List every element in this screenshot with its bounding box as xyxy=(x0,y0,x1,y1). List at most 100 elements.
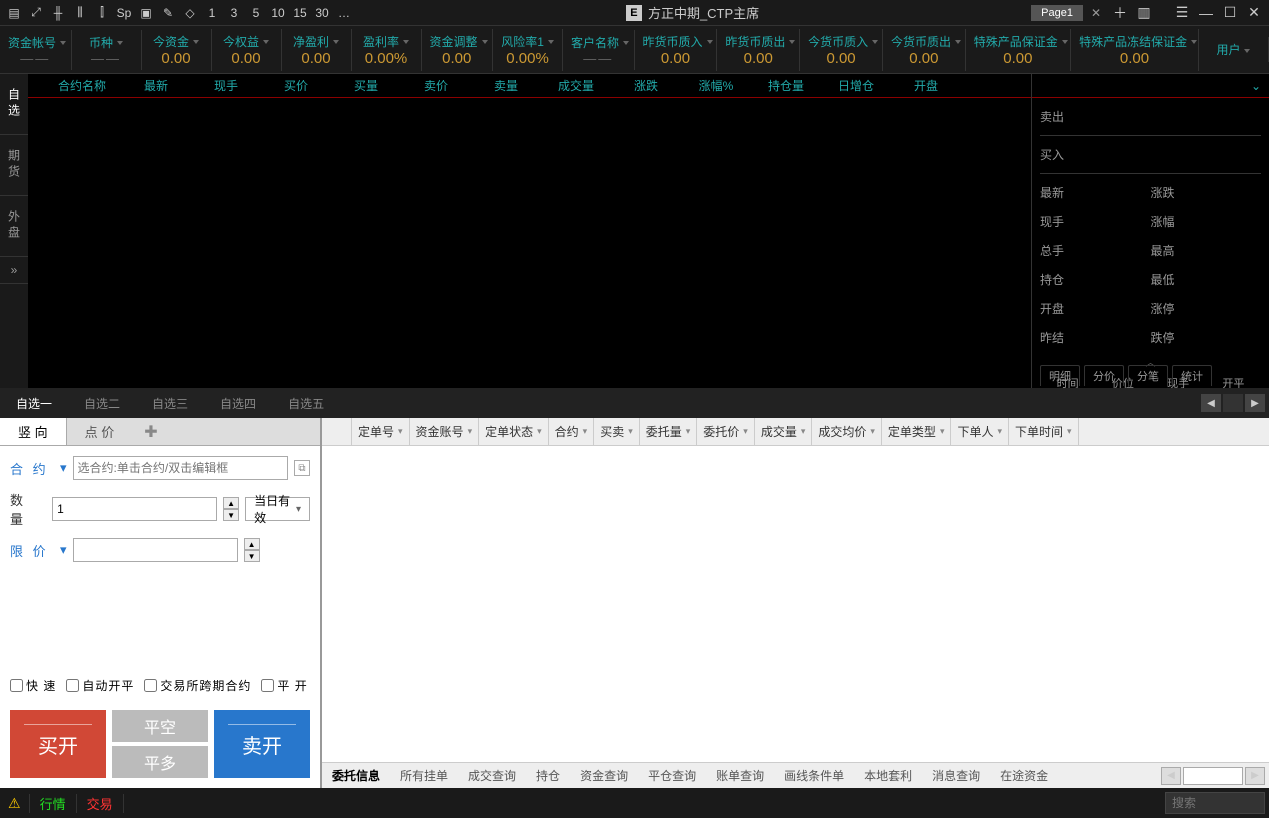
order-tab[interactable]: 委托信息 xyxy=(322,767,390,784)
tf-15[interactable]: 15 xyxy=(290,3,310,23)
otab-right-icon[interactable]: ▶ xyxy=(1245,767,1265,785)
close-short-button[interactable]: 平空 xyxy=(112,710,208,742)
qty-input[interactable] xyxy=(52,497,217,521)
wtab-4[interactable]: 自选四 xyxy=(204,395,272,412)
order-col[interactable]: 资金账号 xyxy=(410,418,480,445)
stat-item[interactable]: 今资金0.00 xyxy=(142,29,212,71)
order-col[interactable]: 委托价 xyxy=(697,418,755,445)
grid-col[interactable]: 成交量 xyxy=(556,77,596,94)
stat-item[interactable]: 客户名称—— xyxy=(563,30,635,70)
stat-item[interactable]: 用户 xyxy=(1199,37,1269,62)
grid-col[interactable]: 日增仓 xyxy=(836,77,876,94)
wtab-5[interactable]: 自选五 xyxy=(272,395,340,412)
minimize-icon[interactable]: — xyxy=(1195,2,1217,24)
status-quote[interactable]: 行情 xyxy=(29,794,77,813)
stat-item[interactable]: 盈利率0.00% xyxy=(352,29,422,71)
status-trade[interactable]: 交易 xyxy=(77,794,124,813)
bars-icon[interactable]: ⫼ xyxy=(70,3,90,23)
stat-item[interactable]: 昨货币质出0.00 xyxy=(717,29,800,71)
order-tab[interactable]: 账单查询 xyxy=(706,767,774,784)
side-tab-more[interactable]: » xyxy=(0,257,28,284)
price-up-icon[interactable]: ▲ xyxy=(244,538,260,550)
tf-10[interactable]: 10 xyxy=(268,3,288,23)
price-input[interactable] xyxy=(73,538,238,562)
sp-icon[interactable]: Sp xyxy=(114,3,134,23)
grid-col[interactable]: 开盘 xyxy=(906,77,946,94)
contract-input[interactable] xyxy=(73,456,288,480)
order-col[interactable]: 下单时间 xyxy=(1009,418,1079,445)
close-icon[interactable]: ✕ xyxy=(1243,2,1265,24)
grid-col[interactable]: 卖量 xyxy=(486,77,526,94)
wtab-2[interactable]: 自选二 xyxy=(68,395,136,412)
qtab-tick[interactable]: 分笔 xyxy=(1128,365,1168,386)
order-col[interactable]: 委托量 xyxy=(640,418,698,445)
qtab-detail[interactable]: 明细 xyxy=(1040,365,1080,386)
etab-price[interactable]: 点 价 xyxy=(67,418,133,445)
order-tab[interactable]: 持仓 xyxy=(526,767,570,784)
order-col[interactable]: 成交量 xyxy=(755,418,813,445)
side-tab-watchlist[interactable]: 自选 xyxy=(0,74,28,135)
grid-col[interactable]: 买量 xyxy=(346,77,386,94)
grid-col[interactable]: 持仓量 xyxy=(766,77,806,94)
qtab-price[interactable]: 分价 xyxy=(1084,365,1124,386)
contract-pick-icon[interactable]: ⧉ xyxy=(294,460,310,476)
order-tab[interactable]: 所有挂单 xyxy=(390,767,458,784)
qtab-stats[interactable]: 统计 xyxy=(1172,365,1212,386)
grid-col[interactable]: 合约名称 xyxy=(58,77,106,94)
order-tab[interactable]: 资金查询 xyxy=(570,767,638,784)
order-tab[interactable]: 平仓查询 xyxy=(638,767,706,784)
tf-more[interactable]: … xyxy=(334,3,354,23)
order-col[interactable]: 成交均价 xyxy=(812,418,882,445)
page-tab[interactable]: Page1 xyxy=(1031,5,1083,21)
erase-icon[interactable]: ◇ xyxy=(180,3,200,23)
side-tab-futures[interactable]: 期货 xyxy=(0,135,28,196)
order-tab[interactable]: 成交查询 xyxy=(458,767,526,784)
otab-left-icon[interactable]: ◀ xyxy=(1161,767,1181,785)
tick-icon[interactable]: ⫿ xyxy=(92,3,112,23)
search-input[interactable] xyxy=(1165,792,1265,814)
stat-item[interactable]: 币种—— xyxy=(72,30,142,70)
buy-open-button[interactable]: 买开 xyxy=(10,710,106,778)
chk-po[interactable]: 平 开 xyxy=(261,677,307,694)
grid-col[interactable]: 涨跌 xyxy=(626,77,666,94)
order-col[interactable]: 买卖 xyxy=(594,418,640,445)
edit-icon[interactable]: ✎ xyxy=(158,3,178,23)
close-long-button[interactable]: 平多 xyxy=(112,746,208,778)
stat-item[interactable]: 特殊产品保证金0.00 xyxy=(966,29,1071,71)
wtab-mid[interactable] xyxy=(1223,394,1243,412)
chk-fast[interactable]: 快 速 xyxy=(10,677,56,694)
chevron-down-icon[interactable]: ⌄ xyxy=(1251,79,1261,93)
order-col[interactable]: 定单类型 xyxy=(882,418,952,445)
order-col[interactable]: 下单人 xyxy=(951,418,1009,445)
stat-item[interactable]: 资金帐号—— xyxy=(0,30,72,70)
close-page-icon[interactable]: ✕ xyxy=(1085,4,1107,22)
qty-down-icon[interactable]: ▼ xyxy=(223,509,239,521)
wtab-right-icon[interactable]: ▶ xyxy=(1245,394,1265,412)
stat-item[interactable]: 昨货币质入0.00 xyxy=(635,29,718,71)
order-tab[interactable]: 画线条件单 xyxy=(774,767,854,784)
grid-col[interactable]: 最新 xyxy=(136,77,176,94)
order-tab[interactable]: 在途资金 xyxy=(990,767,1058,784)
stat-item[interactable]: 今货币质入0.00 xyxy=(800,29,883,71)
side-tab-foreign[interactable]: 外盘 xyxy=(0,196,28,257)
tf-1[interactable]: 1 xyxy=(202,3,222,23)
maximize-icon[interactable]: ☐ xyxy=(1219,2,1241,24)
etab-add-icon[interactable]: ✚ xyxy=(132,418,169,445)
etab-vertical[interactable]: 竖 向 xyxy=(0,418,67,445)
chart-line-icon[interactable]: ⤢ xyxy=(26,3,46,23)
order-col[interactable]: 合约 xyxy=(549,418,595,445)
grid-col[interactable]: 涨幅% xyxy=(696,77,736,94)
sell-open-button[interactable]: 卖开 xyxy=(214,710,310,778)
stat-item[interactable]: 今权益0.00 xyxy=(212,29,282,71)
crosshair-icon[interactable]: ▣ xyxy=(136,3,156,23)
grid-col[interactable]: 现手 xyxy=(206,77,246,94)
add-page-icon[interactable]: ＋ xyxy=(1109,2,1131,24)
tf-30[interactable]: 30 xyxy=(312,3,332,23)
menu-icon[interactable]: ☰ xyxy=(1171,2,1193,24)
price-down-icon[interactable]: ▼ xyxy=(244,550,260,562)
grid-col[interactable]: 买价 xyxy=(276,77,316,94)
stat-item[interactable]: 净盈利0.00 xyxy=(282,29,352,71)
tf-5[interactable]: 5 xyxy=(246,3,266,23)
validity-select[interactable]: 当日有效 xyxy=(245,497,310,521)
chk-cross[interactable]: 交易所跨期合约 xyxy=(144,677,251,694)
